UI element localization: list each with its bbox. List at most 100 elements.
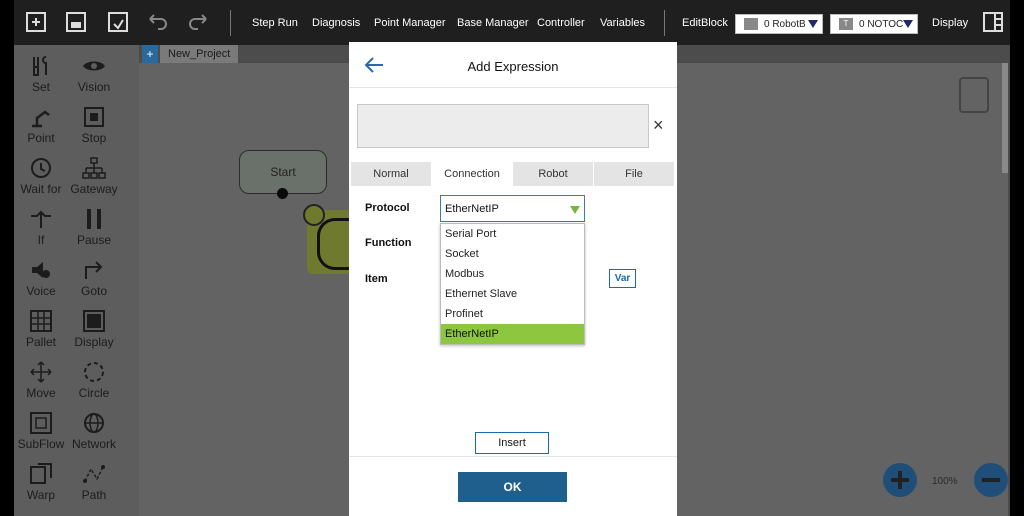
palette-circle[interactable]: Circle — [68, 356, 120, 404]
tool-select[interactable]: T 0 NOTOC — [830, 14, 918, 34]
palette-label: Warp — [26, 488, 56, 502]
chevron-down-icon — [570, 206, 580, 214]
palette-subflow[interactable]: SubFlow — [15, 407, 67, 455]
zoom-in-button[interactable] — [883, 463, 917, 497]
palette-stop[interactable]: Stop — [68, 101, 120, 149]
open-file-icon[interactable] — [64, 10, 88, 34]
palette-display[interactable]: Display — [68, 305, 120, 353]
menu-point-manager[interactable]: Point Manager — [374, 17, 446, 29]
wrench-icon — [33, 56, 47, 76]
expression-tabs: Normal Connection Robot File — [351, 162, 675, 186]
move-arrows-icon — [30, 361, 52, 383]
project-tab[interactable]: New_Project — [160, 45, 239, 63]
redo-icon[interactable] — [186, 10, 210, 34]
start-connector[interactable] — [277, 188, 288, 199]
menu-diagnosis[interactable]: Diagnosis — [312, 17, 360, 29]
branch-icon — [31, 210, 51, 228]
robot-badge-icon — [744, 18, 758, 30]
protocol-option-profinet[interactable]: Profinet — [441, 304, 584, 324]
palette-gateway[interactable]: Gateway — [68, 152, 120, 200]
palette-pause[interactable]: Pause — [68, 203, 120, 251]
tab-normal[interactable]: Normal — [351, 162, 432, 186]
pencil-icon[interactable] — [303, 204, 325, 226]
tab-robot[interactable]: Robot — [513, 162, 594, 186]
function-label: Function — [365, 237, 412, 249]
warp-icon — [30, 463, 52, 484]
robot-select-value: 0 RobotB — [764, 19, 806, 30]
protocol-option-ethernet-slave[interactable]: Ethernet Slave — [441, 284, 584, 304]
palette-path[interactable]: Path — [68, 458, 120, 506]
app-window: Step Run Diagnosis Point Manager Base Ma… — [14, 0, 1010, 516]
toolbar-divider — [230, 10, 231, 36]
palette-if[interactable]: If — [15, 203, 67, 251]
tab-connection[interactable]: Connection — [432, 162, 513, 186]
chevron-down-icon — [903, 20, 913, 28]
palette-label: Display — [74, 335, 114, 349]
zoom-level: 100% — [932, 476, 958, 487]
pause-icon — [87, 209, 101, 229]
palette-label: If — [37, 233, 45, 247]
palette-voice[interactable]: Voice — [15, 254, 67, 302]
display-button[interactable]: Display — [932, 17, 968, 29]
palette-goto[interactable]: Goto — [68, 254, 120, 302]
add-project-button[interactable]: + — [142, 45, 158, 63]
palette-move[interactable]: Move — [15, 356, 67, 404]
palette-label: Gateway — [70, 182, 118, 196]
menu-variables[interactable]: Variables — [600, 17, 645, 29]
insert-button[interactable]: Insert — [475, 432, 549, 454]
clock-icon — [31, 158, 51, 178]
monitor-icon — [83, 310, 105, 332]
block-palette: Set Vision Point Stop Wait for Gateway I… — [14, 45, 139, 516]
protocol-option-ethernetip[interactable]: EtherNetIP — [441, 324, 584, 344]
globe-icon — [84, 413, 104, 433]
item-label: Item — [365, 273, 388, 285]
circle-dashed-icon — [84, 362, 104, 382]
window-edge — [1008, 45, 1010, 516]
var-button[interactable]: Var — [609, 269, 636, 288]
robot-select[interactable]: 0 RobotB — [735, 14, 823, 34]
zoom-out-button[interactable] — [974, 463, 1008, 497]
palette-wait-for[interactable]: Wait for — [15, 152, 67, 200]
speaker-icon — [32, 262, 50, 278]
palette-vision[interactable]: Vision — [68, 50, 120, 98]
menu-controller[interactable]: Controller — [537, 17, 585, 29]
palette-network[interactable]: Network — [68, 407, 120, 455]
palette-label: SubFlow — [17, 437, 65, 451]
palette-label: Set — [31, 80, 50, 94]
path-icon — [83, 465, 105, 483]
protocol-option-serial-port[interactable]: Serial Port — [441, 224, 584, 244]
protocol-select-value: EtherNetIP — [445, 203, 499, 215]
protocol-dropdown-list: Serial Port Socket Modbus Ethernet Slave… — [440, 223, 585, 345]
panel-layout-icon[interactable] — [982, 10, 1006, 34]
plus-icon — [891, 471, 909, 489]
top-toolbar: Step Run Diagnosis Point Manager Base Ma… — [14, 0, 1010, 45]
expression-field[interactable] — [357, 104, 649, 148]
menu-base-manager[interactable]: Base Manager — [457, 17, 529, 29]
undo-icon[interactable] — [146, 10, 170, 34]
protocol-option-modbus[interactable]: Modbus — [441, 264, 584, 284]
save-file-icon[interactable] — [106, 10, 130, 34]
palette-label: Wait for — [20, 182, 62, 196]
ok-button[interactable]: OK — [458, 472, 567, 502]
add-expression-dialog: Add Expression × Normal Connection Robot… — [349, 42, 677, 516]
tab-file[interactable]: File — [594, 162, 675, 186]
palette-point[interactable]: Point — [15, 101, 67, 149]
palette-warp[interactable]: Warp — [15, 458, 67, 506]
dialog-footer: OK — [349, 456, 677, 516]
close-icon[interactable]: × — [653, 116, 664, 134]
new-file-icon[interactable] — [24, 10, 48, 34]
eye-icon — [83, 61, 105, 71]
palette-pallet[interactable]: Pallet — [15, 305, 67, 353]
subflow-icon — [30, 412, 52, 434]
panel-toggle-icon[interactable] — [959, 77, 989, 113]
palette-label: Network — [71, 437, 116, 451]
protocol-option-socket[interactable]: Socket — [441, 244, 584, 264]
robot-arm-icon — [32, 110, 50, 128]
menu-editblock[interactable]: EditBlock — [682, 17, 728, 29]
palette-set[interactable]: Set — [15, 50, 67, 98]
goto-arrow-icon — [85, 261, 103, 279]
protocol-select[interactable]: EtherNetIP — [440, 195, 585, 222]
stop-icon — [84, 107, 104, 127]
protocol-label: Protocol — [365, 202, 410, 214]
menu-step-run[interactable]: Step Run — [252, 17, 298, 29]
